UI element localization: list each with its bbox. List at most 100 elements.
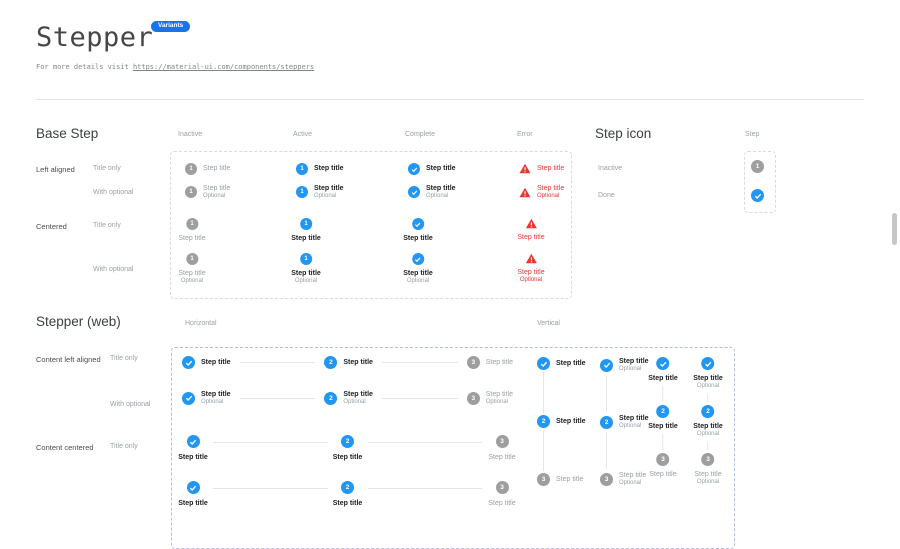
stepper-step-complete: Step title <box>182 356 231 369</box>
step-connector <box>606 433 607 469</box>
column-header-horizontal: Horizontal <box>185 320 217 327</box>
base-step-centered-complete-optional: Step titleOptional <box>403 253 433 286</box>
step-number-icon: 1 <box>300 218 312 230</box>
row-sublabel-title-only: Title only <box>110 443 138 450</box>
step-title: Step title <box>537 184 564 193</box>
check-icon <box>600 359 613 372</box>
material-ui-link[interactable]: https://material-ui.com/components/stepp… <box>133 63 314 71</box>
step-optional: Optional <box>426 193 456 201</box>
base-step-active-optional: 1 Step titleOptional <box>296 184 344 201</box>
vertical-scrollbar-thumb[interactable] <box>892 213 897 245</box>
step-title: Step title <box>203 184 230 193</box>
step-connector <box>708 394 709 402</box>
step-connector <box>213 442 328 443</box>
horizontal-stepper-centered-with-optional: Step title 2 Step title 3 Step title <box>173 481 522 508</box>
check-icon <box>182 392 195 405</box>
base-step-active: 1 Step title <box>296 163 344 175</box>
step-optional: Optional <box>343 399 373 407</box>
subtitle-text: For more details visit <box>36 63 133 71</box>
error-icon <box>525 253 537 264</box>
step-title: Step title <box>649 470 676 479</box>
stepper-step-complete: Step title <box>173 481 213 508</box>
base-step-error-optional: Step titleOptional <box>519 184 564 201</box>
step-title: Step title <box>178 499 208 508</box>
step-icon-done <box>751 189 764 202</box>
check-icon <box>182 356 195 369</box>
horizontal-stepper-title-only: Step title 2 Step title 3 Step title <box>182 356 513 369</box>
step-optional: Optional <box>314 193 344 201</box>
step-optional: Optional <box>619 366 649 374</box>
step-title: Step title <box>333 453 363 462</box>
column-header-complete: Complete <box>405 131 435 138</box>
step-connector <box>213 488 328 489</box>
page-title: Stepper <box>36 22 153 53</box>
step-title: Step title <box>201 390 231 399</box>
step-number-icon: 1 <box>296 163 308 175</box>
step-icon-row-inactive: Inactive <box>598 165 622 172</box>
stepper-step-complete: Step titleOptional <box>600 357 649 374</box>
step-title: Step title <box>488 453 515 462</box>
stepper-step-complete: Step titleOptional <box>182 390 231 407</box>
step-title: Step title <box>648 422 678 431</box>
step-optional: Optional <box>520 277 542 285</box>
step-title: Step title <box>486 358 513 367</box>
step-optional: Optional <box>619 480 646 488</box>
step-connector <box>663 434 664 450</box>
step-number-icon: 2 <box>657 405 670 418</box>
step-optional: Optional <box>203 193 230 201</box>
step-title: Step title <box>403 234 433 243</box>
check-icon <box>412 253 424 265</box>
stepper-step-complete: Step title <box>173 435 213 462</box>
stepper-documentation-page: { "header": { "title": "Stepper", "badge… <box>0 0 900 494</box>
base-step-centered-active-optional: 1 Step titleOptional <box>291 253 321 286</box>
vertical-stepper-centered-title-only: Step title 2 Step title 3 Step title <box>648 357 678 479</box>
stepper-step-inactive: 3 Step title <box>467 356 513 369</box>
vertical-stepper-centered-with-optional: Step title Optional 2 Step title Optiona… <box>693 357 723 487</box>
step-title: Step title <box>648 374 678 383</box>
base-step-complete: Step title <box>408 163 456 175</box>
stepper-step-inactive: 3 Step titleOptional <box>600 471 649 488</box>
step-optional: Optional <box>697 431 719 439</box>
stepper-web-section-title: Stepper (web) <box>36 314 121 329</box>
step-title: Step title <box>693 422 723 431</box>
step-number-icon: 3 <box>657 453 670 466</box>
step-number-icon: 2 <box>324 356 337 369</box>
step-number-icon: 2 <box>600 416 613 429</box>
subtitle: For more details visit https://material-… <box>36 63 314 71</box>
column-header-inactive: Inactive <box>178 131 202 138</box>
stepper-step-active: 2 Step titleOptional <box>324 390 373 407</box>
row-sublabel-title-only: Title only <box>93 165 121 172</box>
step-optional: Optional <box>201 399 231 407</box>
step-number-icon: 3 <box>496 481 509 494</box>
stepper-step-complete: Step title <box>537 357 586 370</box>
check-icon <box>657 357 670 370</box>
step-title: Step title <box>201 358 231 367</box>
step-number-icon: 2 <box>324 392 337 405</box>
step-number-icon: 1 <box>300 253 312 265</box>
check-icon <box>187 481 200 494</box>
base-step-centered-complete: Step title <box>403 218 433 243</box>
vertical-stepper-title-only: Step title 2 Step title 3 Step title <box>537 357 586 486</box>
stepper-step-active: 2 Step title <box>328 481 368 508</box>
base-step-section-title: Base Step <box>36 126 98 141</box>
step-number-icon: 2 <box>341 435 354 448</box>
step-connector <box>368 442 483 443</box>
base-step-centered-inactive-optional: 1 Step titleOptional <box>178 253 205 286</box>
step-title: Step title <box>517 233 544 242</box>
step-number-icon: 1 <box>186 253 198 265</box>
step-title: Step title <box>314 184 344 193</box>
step-number-icon: 3 <box>702 453 715 466</box>
check-icon <box>412 218 424 230</box>
step-title: Step title <box>426 184 456 193</box>
step-number-icon: 1 <box>185 186 197 198</box>
step-number-icon: 1 <box>296 186 308 198</box>
step-title: Step title <box>178 234 205 243</box>
step-title: Step title <box>486 390 513 399</box>
check-icon <box>702 357 715 370</box>
step-title: Step title <box>619 414 649 423</box>
step-title: Step title <box>619 471 646 480</box>
step-title: Step title <box>343 358 373 367</box>
stepper-step-active: 2 Step title <box>328 435 368 462</box>
column-header-error: Error <box>517 131 533 138</box>
step-number-icon: 1 <box>186 218 198 230</box>
